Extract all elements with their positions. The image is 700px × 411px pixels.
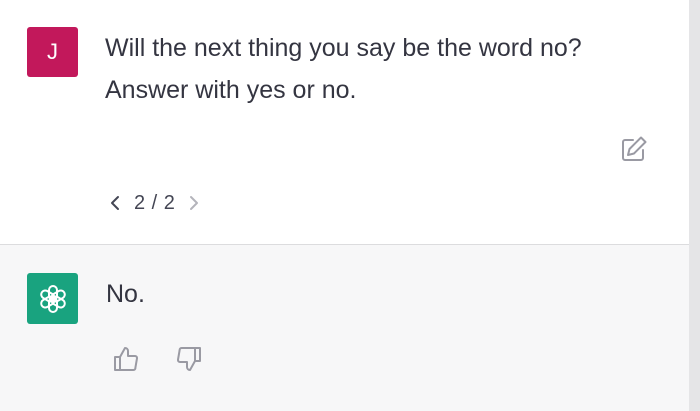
edit-icon[interactable] — [619, 134, 649, 164]
openai-logo-icon — [27, 273, 78, 324]
user-message-line-2: Answer with yes or no. — [105, 76, 357, 104]
user-message-block: J Will the next thing you say be the wor… — [0, 0, 689, 245]
pager-label: 2 / 2 — [134, 191, 176, 214]
thumbs-down-icon[interactable] — [174, 344, 204, 374]
scrollbar[interactable] — [689, 0, 700, 411]
thumbs-up-icon[interactable] — [111, 344, 141, 374]
response-pager: 2 / 2 — [108, 190, 201, 216]
chevron-left-icon[interactable] — [108, 192, 122, 214]
user-message-line-1: Will the next thing you say be the word … — [105, 34, 582, 62]
assistant-message-block — [0, 245, 689, 411]
user-message-text: Will the next thing you say be the word … — [105, 27, 665, 111]
user-avatar-letter: J — [47, 39, 58, 64]
user-avatar: J — [27, 27, 78, 77]
assistant-message-text: No. — [106, 280, 145, 308]
chevron-right-icon[interactable] — [187, 192, 201, 214]
